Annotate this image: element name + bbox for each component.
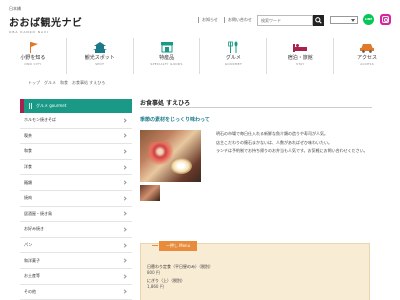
- sidebar-heading: グルメ gourmet: [20, 99, 132, 113]
- sidebar-item[interactable]: 麺類: [20, 175, 132, 191]
- sidebar-item-label: パン: [24, 242, 33, 248]
- sidebar-item-label: 和食: [24, 148, 32, 154]
- chevron-right-icon: [122, 196, 127, 201]
- sidebar-item[interactable]: 和食: [20, 144, 132, 160]
- sidebar-item-label: 和洋菓子: [24, 257, 40, 263]
- nav-label: 宿泊・旅館: [287, 55, 313, 61]
- nav-label: グルメ: [225, 55, 241, 61]
- chevron-right-icon: [122, 242, 127, 248]
- thumbnail-photo[interactable]: [140, 185, 160, 201]
- line-icon[interactable]: LINE: [363, 14, 374, 25]
- nav-label: 特産品: [159, 55, 175, 61]
- nav-item-ono-city[interactable]: 小野を知る ONO CITY: [0, 38, 66, 74]
- sidebar: グルメ gourmet ホルモン焼きそば 喫茶 和食 洋食 麺類 焼肉 居酒屋・…: [20, 99, 132, 300]
- castle-icon: [92, 42, 107, 53]
- nav-label: 小野を知る: [20, 55, 46, 61]
- nav-item-stay[interactable]: 宿泊・旅館 STAY: [266, 38, 333, 74]
- chevron-right-icon: [122, 274, 127, 279]
- nav-sublabel: STAY: [296, 62, 305, 66]
- sidebar-item-label: ホルモン焼きそば: [24, 117, 56, 123]
- menu-item-price: 1,860 円: [147, 284, 164, 289]
- chevron-right-icon: [122, 211, 127, 216]
- breadcrumb: トップ グルメ 和食 お食事処 すえひろ: [28, 79, 105, 87]
- nav-item-spot[interactable]: 観光スポット SPOT: [65, 38, 133, 74]
- sidebar-item-label: 焼肉: [24, 195, 32, 201]
- nav-sublabel: GOURMET: [224, 62, 243, 66]
- main-photo: [140, 130, 201, 182]
- instagram-icon[interactable]: [380, 14, 391, 25]
- menu-list: 日替わり定食（平日昼のみ）（税別） 800 円 にぎり（上）（税別） 1,860…: [147, 264, 213, 292]
- shop-icon: [160, 42, 173, 53]
- sidebar-item[interactable]: 喫茶: [20, 129, 132, 145]
- sidebar-item-label: 居酒屋・焼き鳥: [24, 210, 52, 216]
- contact-link[interactable]: お問い合わせ: [223, 17, 252, 23]
- sidebar-item-label: お好み焼き: [24, 226, 44, 232]
- chevron-right-icon: [122, 289, 127, 294]
- menu-tag: 一押し Menu: [152, 241, 197, 251]
- description-paragraph: ランチは予約制でお持ち帰りのお弁当も人気です。お気軽にお問い合わせください。: [216, 148, 368, 153]
- logo-subtitle: 日本橋: [9, 6, 21, 11]
- breadcrumb-item[interactable]: グルメ: [44, 80, 56, 86]
- description-paragraph: 明石の市場で毎日仕入れる新鮮な魚介類の造りや寿司が人気。: [216, 131, 328, 136]
- page-title: お食事処 すえひろ: [140, 98, 372, 108]
- cutlery-icon: [29, 103, 32, 109]
- nav-sublabel: SPOT: [95, 62, 105, 66]
- site-logo[interactable]: 日本橋 おおば観光ナビ OBA KANKO NAVI: [9, 6, 83, 34]
- sidebar-item-label: その他: [24, 288, 36, 294]
- sidebar-item-label: 麺類: [24, 179, 32, 185]
- sidebar-item[interactable]: その他: [20, 285, 132, 300]
- sidebar-item-label: 喫茶: [24, 132, 32, 138]
- search-icon: [315, 17, 322, 24]
- sidebar-item[interactable]: お好み焼き: [20, 222, 132, 238]
- sidebar-item[interactable]: 焼肉: [20, 191, 132, 207]
- sidebar-item-label: お土産等: [24, 273, 40, 279]
- cutlery-icon: [228, 41, 238, 53]
- sidebar-item-label: 洋食: [24, 164, 32, 170]
- chevron-right-icon: [122, 180, 127, 185]
- top-links: お知らせ お問い合わせ: [198, 17, 252, 23]
- breadcrumb-item[interactable]: 和食: [60, 80, 68, 86]
- logo-english: OBA KANKO NAVI: [9, 30, 49, 34]
- nav-item-access[interactable]: アクセス ACCESS: [333, 38, 400, 74]
- car-icon: [360, 44, 375, 53]
- chevron-right-icon: [122, 149, 127, 154]
- nav-sublabel: ACCESS: [360, 62, 374, 66]
- sidebar-item[interactable]: 和洋菓子: [20, 253, 132, 269]
- news-link[interactable]: お知らせ: [198, 17, 218, 23]
- description-paragraph: 店主こだわりの懐石まかないは、人数があればぜひ味わいたい。: [216, 139, 332, 145]
- nav-item-gourmet[interactable]: グルメ GOURMET: [199, 38, 266, 74]
- nav-label: アクセス: [357, 55, 378, 61]
- shop-detail: 明石の市場で毎日仕入れる新鮮な魚介類の造りや寿司が人気。 店主こだわりの懐石まか…: [140, 130, 372, 202]
- chevron-right-icon: [122, 258, 127, 263]
- breadcrumb-current: お食事処 すえひろ: [72, 80, 106, 85]
- sidebar-heading-label: グルメ gourmet: [36, 103, 67, 108]
- chevron-right-icon: [122, 164, 127, 170]
- search-input[interactable]: [257, 15, 313, 26]
- nav-sublabel: SPECIALTY GOODS: [150, 62, 183, 66]
- menu-item-price: 800 円: [147, 270, 160, 275]
- nav-sublabel: ONO CITY: [24, 62, 42, 66]
- chevron-right-icon: [122, 118, 127, 123]
- sidebar-item[interactable]: 洋食: [20, 160, 132, 176]
- sidebar-item[interactable]: パン: [20, 238, 132, 254]
- sidebar-item[interactable]: お土産等: [20, 269, 132, 285]
- chevron-right-icon: [122, 133, 127, 139]
- language-select[interactable]: [330, 16, 358, 24]
- nav-label: 観光スポット: [84, 55, 115, 61]
- catch-copy: 季節の素材をじっくり味わって: [140, 117, 210, 123]
- breadcrumb-item[interactable]: トップ: [28, 80, 40, 86]
- site-header: 日本橋 おおば観光ナビ OBA KANKO NAVI お知らせ お問い合わせ L…: [0, 0, 400, 34]
- logo-title: おおば観光ナビ: [9, 18, 83, 29]
- nav-item-specialty[interactable]: 特産品 SPECIALTY GOODS: [132, 38, 200, 74]
- main-navigation: 小野を知る ONO CITY 観光スポット SPOT 特産品 SPECIALTY…: [0, 38, 400, 76]
- chevron-right-icon: [122, 227, 127, 232]
- search-button[interactable]: [313, 15, 324, 26]
- recommended-menu: 一押し Menu 日替わり定食（平日昼のみ）（税別） 800 円 にぎり（上）（…: [140, 241, 370, 300]
- bed-icon: [293, 44, 308, 52]
- sidebar-item[interactable]: ホルモン焼きそば: [20, 113, 132, 129]
- main-content: お食事処 すえひろ 季節の素材をじっくり味わって 明石の市場で毎日仕入れる新鮮な…: [140, 98, 372, 202]
- shop-description: 明石の市場で毎日仕入れる新鮮な魚介類の造りや寿司が人気。 店主こだわりの懐石まか…: [216, 130, 372, 156]
- sidebar-item[interactable]: 居酒屋・焼き鳥: [20, 207, 132, 223]
- flag-icon: [29, 42, 38, 53]
